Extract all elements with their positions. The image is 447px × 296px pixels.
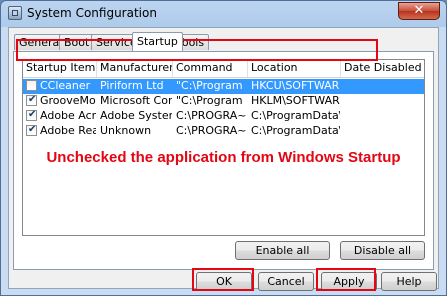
location-cell: HKCU\SOFTWARE\...: [251, 79, 340, 92]
date-disabled-cell: [344, 94, 424, 109]
manufacturer-cell: Piriform Ltd: [100, 79, 164, 92]
date-disabled-cell: [344, 124, 424, 139]
manufacturer-cell: Unknown: [100, 124, 152, 137]
disable-all-button[interactable]: Disable all: [340, 241, 425, 260]
command-cell: "C:\Program Fil...: [176, 94, 247, 107]
close-button[interactable]: ✕: [398, 2, 440, 20]
window-title: System Configuration: [27, 6, 157, 20]
startup-item-name: CCleaner: [40, 79, 91, 92]
highlight-box-ok: [192, 268, 254, 291]
startup-row-adobe-reader[interactable]: Adobe Read... Unknown C:\PROGRA~2\... C:…: [23, 123, 424, 139]
column-location[interactable]: Location: [248, 60, 341, 77]
tab-startup[interactable]: Startup: [132, 32, 183, 51]
startup-item-name: Adobe Acrobat: [40, 109, 96, 122]
command-cell: C:\PROGRA~2\...: [176, 124, 247, 137]
title-bar[interactable]: System Configuration ✕: [1, 1, 446, 27]
date-disabled-cell: [344, 109, 424, 124]
column-startup-item[interactable]: Startup Item: [23, 60, 97, 77]
startup-checkbox[interactable]: [26, 108, 37, 122]
startup-items-list[interactable]: Startup Item Manufacturer Command Locati…: [22, 59, 425, 236]
startup-checkbox[interactable]: [26, 123, 37, 137]
startup-checkbox[interactable]: [26, 93, 37, 107]
annotation-text: Unchecked the application from Windows S…: [46, 149, 401, 166]
highlight-box-apply: [316, 268, 376, 291]
cancel-button[interactable]: Cancel: [258, 272, 314, 291]
startup-row-ccleaner[interactable]: CCleaner Piriform Ltd "C:\Program Fil...…: [23, 79, 424, 94]
help-button[interactable]: Help: [381, 272, 437, 291]
startup-checkbox[interactable]: [26, 80, 37, 91]
location-cell: C:\ProgramData\Mic...: [251, 109, 340, 122]
command-cell: "C:\Program Fil...: [176, 79, 247, 92]
manufacturer-cell: Adobe System...: [100, 109, 172, 122]
location-cell: C:\ProgramData\Mic...: [251, 124, 340, 137]
msconfig-icon: [8, 6, 22, 20]
manufacturer-cell: Microsoft Corp...: [100, 94, 172, 107]
column-manufacturer[interactable]: Manufacturer: [97, 60, 173, 77]
startup-item-name: GrooveMonit...: [40, 94, 96, 107]
date-disabled-cell: [344, 79, 424, 94]
highlight-box-ccleaner-row: [16, 39, 378, 61]
column-date-disabled[interactable]: Date Disabled: [341, 60, 424, 77]
enable-all-button[interactable]: Enable all: [235, 241, 330, 260]
startup-row-adobe-acrobat[interactable]: Adobe Acrobat Adobe System... C:\PROGRA~…: [23, 108, 424, 124]
column-command[interactable]: Command: [173, 60, 248, 77]
location-cell: HKLM\SOFTWARE\...: [251, 94, 340, 107]
list-header: Startup Item Manufacturer Command Locati…: [23, 60, 424, 78]
command-cell: C:\PROGRA~2\...: [176, 109, 247, 122]
startup-item-name: Adobe Read...: [40, 124, 96, 137]
startup-row-groovemonitor[interactable]: GrooveMonit... Microsoft Corp... "C:\Pro…: [23, 93, 424, 109]
